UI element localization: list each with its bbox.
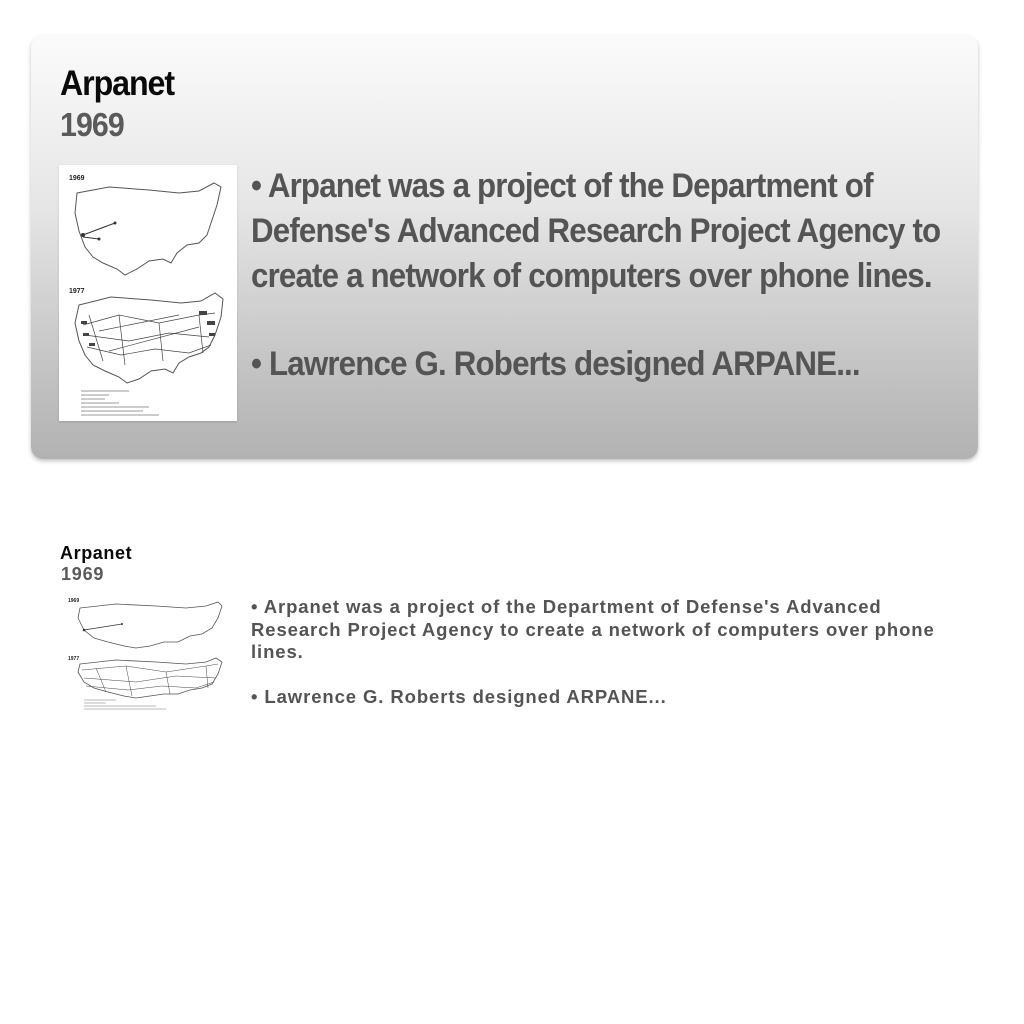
bullet-list: • Arpanet was a project of the Departmen…	[251, 164, 971, 387]
map-label-1977: 1977	[68, 656, 79, 662]
page: Arpanet 1969 1969 1977 • Arpanet was a p…	[0, 0, 1024, 1024]
map-label-1969: 1969	[68, 598, 79, 604]
bullet-item: • Arpanet was a project of the Departmen…	[251, 596, 935, 662]
arpanet-card-large[interactable]: Arpanet 1969 1969 1977 • Arpanet was a p…	[31, 36, 978, 459]
card-title: Arpanet	[60, 543, 133, 563]
bullet-list: • Arpanet was a project of the Departmen…	[251, 596, 951, 708]
map-label-1977: 1977	[69, 288, 85, 295]
card-year: 1969	[61, 564, 105, 584]
arpanet-card-small[interactable]: Arpanet 1969 1969 1977 • Arpanet was a p…	[31, 530, 978, 740]
arpanet-map-thumbnail-icon: 1969 1977	[59, 165, 237, 421]
card-year: 1969	[60, 106, 125, 143]
bullet-item: • Arpanet was a project of the Departmen…	[251, 167, 941, 295]
arpanet-map-thumbnail-icon: 1969 1977	[66, 596, 226, 711]
bullet-item: • Lawrence G. Roberts designed ARPANE...	[251, 685, 667, 707]
map-label-1969: 1969	[69, 175, 85, 182]
card-title: Arpanet	[60, 64, 175, 103]
bullet-item: • Lawrence G. Roberts designed ARPANE...	[251, 345, 861, 383]
